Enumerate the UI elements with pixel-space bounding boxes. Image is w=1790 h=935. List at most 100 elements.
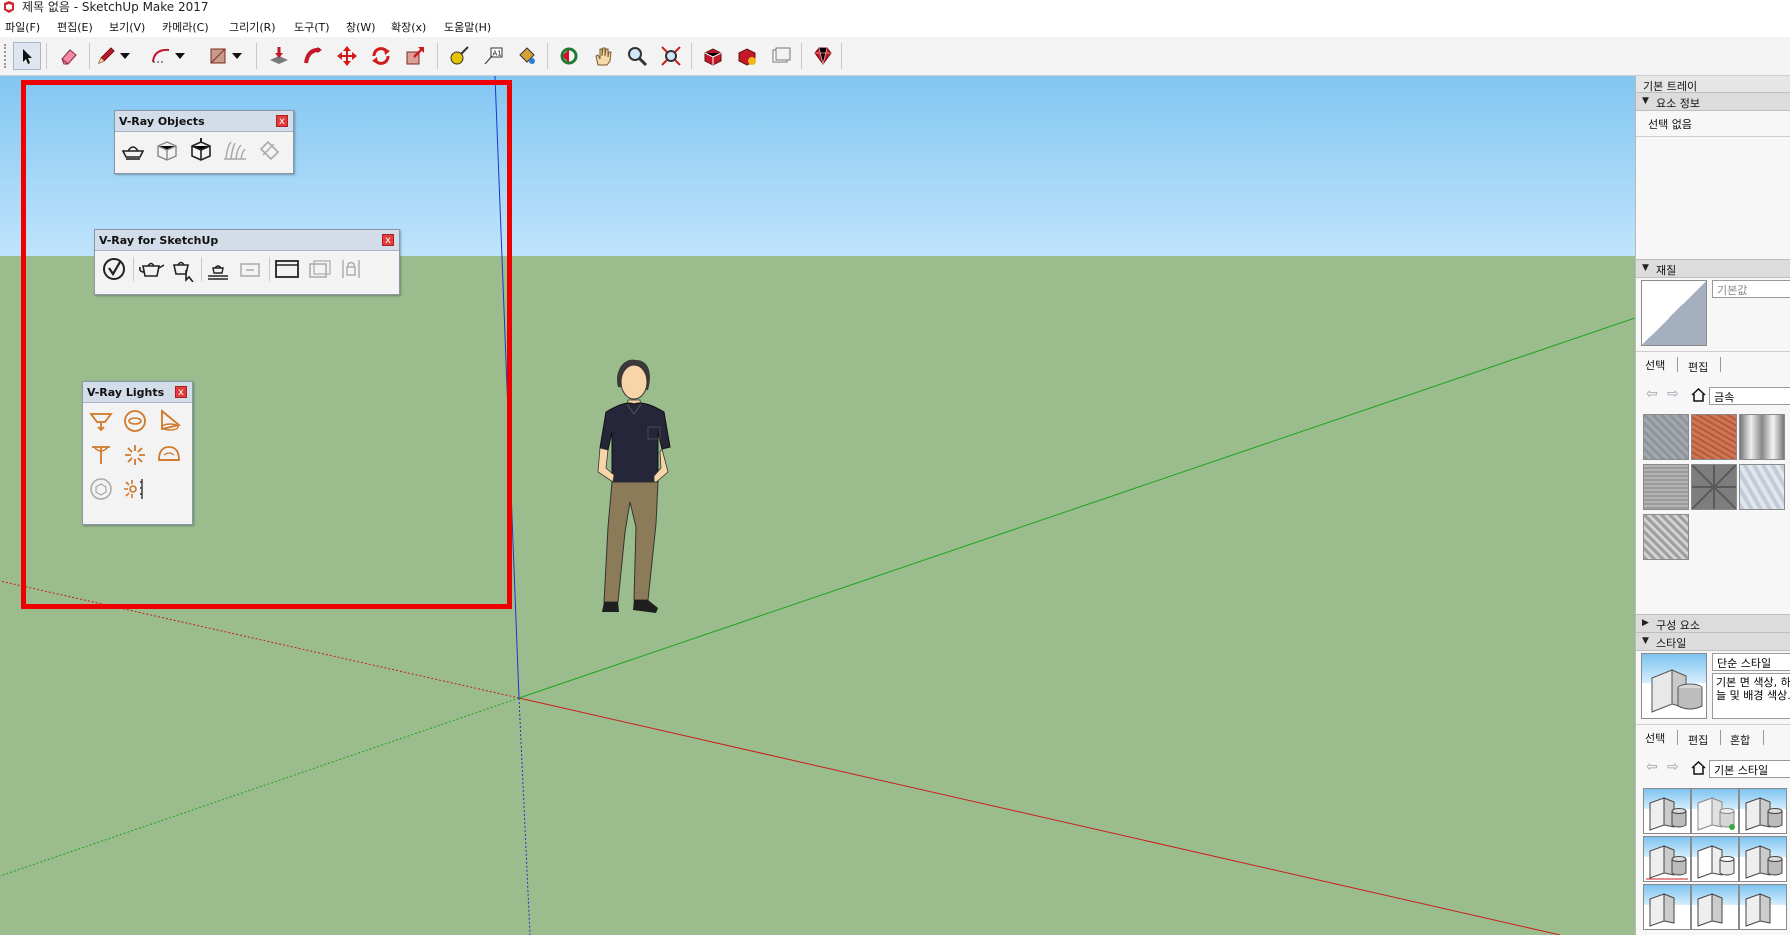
style-swatch[interactable] [1643,884,1691,930]
dome-light-icon[interactable] [155,441,183,469]
menu-draw[interactable]: 그리기(R) [229,19,276,35]
vray-objects-toolbar[interactable]: V-Ray Objects x [114,110,294,174]
follow-me-icon[interactable] [299,42,327,70]
material-name-field[interactable]: 기본값 [1712,280,1790,298]
chevron-down-icon[interactable] [230,42,244,70]
style-swatch[interactable] [1643,836,1691,882]
spot-light-icon[interactable] [155,407,183,435]
paint-bucket-icon[interactable] [513,42,541,70]
move-icon[interactable] [333,42,361,70]
back-icon[interactable]: ⇦ [1646,386,1658,402]
styles-tab-edit[interactable]: 편집 [1688,732,1708,748]
style-swatch[interactable] [1739,788,1787,834]
vray-proxy-import-icon[interactable] [153,136,181,164]
menu-extensions[interactable]: 확장(x) [391,19,426,35]
home-icon[interactable] [1691,388,1706,402]
orbit-icon[interactable] [555,42,583,70]
vray-interactive-render-icon[interactable] [169,255,197,283]
chevron-down-icon[interactable] [118,42,132,70]
rectangle-icon[interactable] [204,42,232,70]
palette-header[interactable]: V-Ray Lights x [83,382,192,403]
material-swatch[interactable] [1691,414,1737,460]
close-icon[interactable]: x [382,234,394,246]
style-swatch[interactable] [1691,788,1739,834]
scale-figure[interactable] [578,352,678,652]
layout-icon[interactable] [767,42,795,70]
style-swatch[interactable] [1739,884,1787,930]
close-icon[interactable]: x [276,115,288,127]
select-icon[interactable] [13,42,41,70]
close-icon[interactable]: x [175,386,187,398]
menu-help[interactable]: 도움말(H) [444,19,491,35]
text-icon[interactable]: A1 [479,42,507,70]
menu-file[interactable]: 파일(F) [5,19,40,35]
extension-warehouse-icon[interactable] [733,42,761,70]
ies-light-icon[interactable] [87,441,115,469]
style-swatch[interactable] [1643,788,1691,834]
material-swatch[interactable] [1643,414,1689,460]
current-style-thumbnail[interactable] [1641,653,1707,719]
zoom-extents-icon[interactable] [657,42,685,70]
eraser-icon[interactable] [55,42,83,70]
vray-cloud-render-icon[interactable] [204,255,232,283]
vray-lock-icon[interactable] [337,255,365,283]
vray-for-sketchup-toolbar[interactable]: V-Ray for SketchUp x [94,229,400,295]
material-swatch[interactable] [1739,464,1785,510]
components-header[interactable]: ▶ 구성 요소 [1636,614,1790,633]
rotate-icon[interactable] [367,42,395,70]
arc-icon[interactable] [147,42,175,70]
style-swatch[interactable] [1739,836,1787,882]
vray-frame-buffer-icon[interactable] [273,255,301,283]
material-swatch[interactable] [1739,414,1785,460]
vray-render-icon[interactable] [137,255,165,283]
entity-info-header[interactable]: ▼ 요소 정보 [1636,92,1790,111]
vray-lightmix-icon[interactable] [305,255,333,283]
tape-measure-icon[interactable] [445,42,473,70]
sphere-light-icon[interactable] [121,407,149,435]
style-swatch[interactable] [1691,884,1739,930]
menu-edit[interactable]: 편집(E) [57,19,93,35]
vray-plane-icon[interactable] [119,136,147,164]
home-icon[interactable] [1691,761,1706,775]
materials-tab-select[interactable]: 선택 [1645,357,1665,373]
vray-fur-icon[interactable] [221,136,249,164]
toolbar-grip[interactable] [4,44,9,68]
vray-asset-editor-icon[interactable] [100,255,128,283]
vray-batch-render-icon[interactable] [236,255,264,283]
material-swatch[interactable] [1643,514,1689,560]
current-material-swatch[interactable] [1641,280,1707,346]
scale-icon[interactable] [401,42,429,70]
pencil-icon[interactable] [92,42,120,70]
vray-lights-toolbar[interactable]: V-Ray Lights x [82,381,193,525]
style-library-select[interactable]: 기본 스타일 [1709,760,1790,778]
styles-tab-mix[interactable]: 혼합 [1730,732,1750,748]
material-swatch[interactable] [1691,464,1737,510]
push-pull-icon[interactable] [265,42,293,70]
material-swatch[interactable] [1643,464,1689,510]
adjust-light-intensity-icon[interactable] [121,475,149,503]
pan-icon[interactable] [589,42,617,70]
styles-tab-select[interactable]: 선택 [1645,730,1665,746]
chevron-down-icon[interactable] [173,42,187,70]
rectangle-light-icon[interactable] [87,407,115,435]
materials-tab-edit[interactable]: 편집 [1688,359,1708,375]
forward-icon[interactable]: ⇨ [1667,386,1679,402]
forward-icon[interactable]: ⇨ [1667,759,1679,775]
material-library-select[interactable]: 금속 [1709,387,1790,405]
vray-mesh-clipper-icon[interactable] [255,136,283,164]
palette-header[interactable]: V-Ray Objects x [115,111,293,132]
style-swatch[interactable] [1691,836,1739,882]
zoom-icon[interactable] [623,42,651,70]
menu-view[interactable]: 보기(V) [109,19,145,35]
materials-header[interactable]: ▼ 재질 [1636,259,1790,278]
styles-header[interactable]: ▼ 스타일 [1636,632,1790,651]
back-icon[interactable]: ⇦ [1646,759,1658,775]
menu-window[interactable]: 창(W) [346,19,376,35]
mesh-light-icon[interactable] [87,475,115,503]
palette-header[interactable]: V-Ray for SketchUp x [95,230,399,251]
menu-tools[interactable]: 도구(T) [294,19,330,35]
style-name-field[interactable]: 단순 스타일 [1712,653,1790,671]
vray-proxy-export-icon[interactable] [187,136,215,164]
omni-light-icon[interactable] [121,441,149,469]
warehouse-icon[interactable] [699,42,727,70]
